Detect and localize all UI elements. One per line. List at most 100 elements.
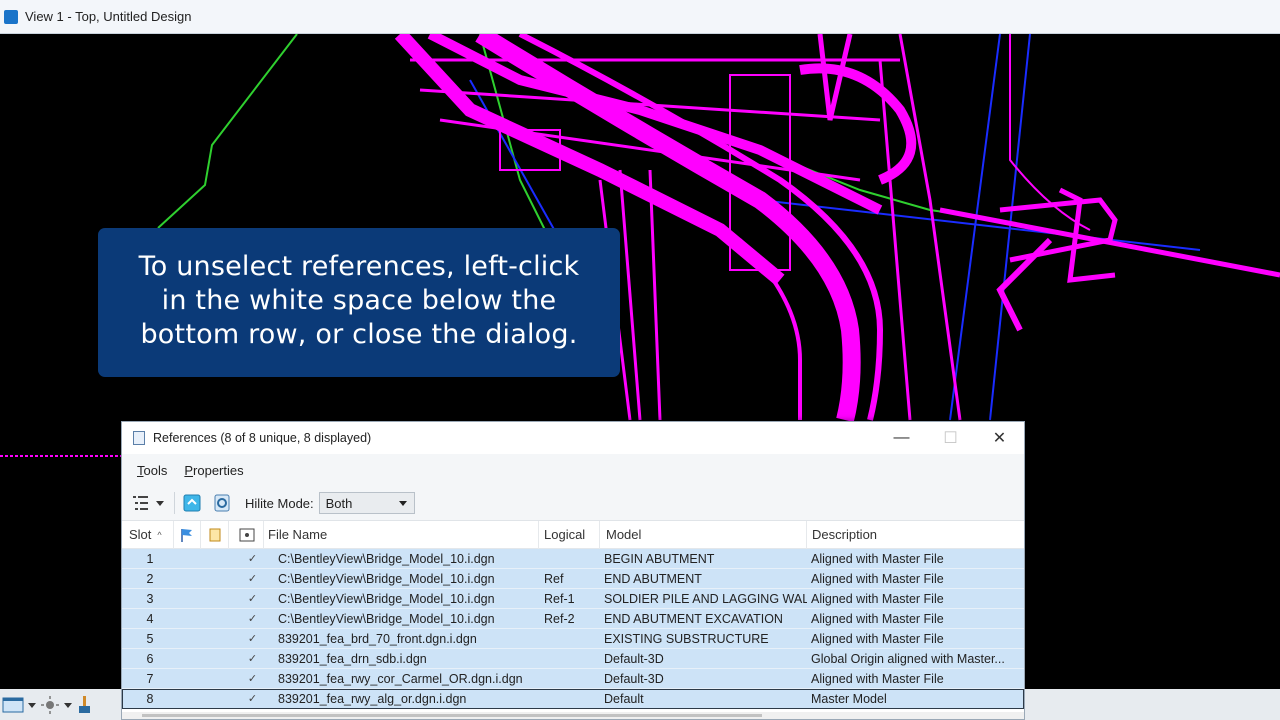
display-cell[interactable] xyxy=(174,669,201,689)
column-model[interactable]: Model xyxy=(600,520,807,549)
table-row[interactable]: 8 ✓ 839201_fea_rwy_alg_or.dgn.i.dgn Defa… xyxy=(122,689,1024,709)
file-name-cell: C:\BentleyView\Bridge_Model_10.i.dgn xyxy=(278,591,495,606)
column-logical-label: Logical xyxy=(544,527,586,542)
display-cell[interactable] xyxy=(174,629,201,649)
dialog-toolbar: Hilite Mode: Both xyxy=(122,486,1024,521)
reload-reference-icon[interactable] xyxy=(211,492,233,514)
view-toolbar xyxy=(0,689,121,720)
description-cell: Master Model xyxy=(811,691,887,706)
slot-cell: 4 xyxy=(146,611,154,626)
table-row[interactable]: 5 ✓ 839201_fea_brd_70_front.dgn.i.dgn EX… xyxy=(122,629,1024,649)
locate-cell[interactable] xyxy=(201,589,229,609)
locate-cell[interactable] xyxy=(201,609,229,629)
display-cell[interactable] xyxy=(174,569,201,589)
column-locate[interactable] xyxy=(201,520,229,549)
description-cell: Global Origin aligned with Master... xyxy=(811,651,1005,666)
table-header: Slot ^ File Name Logical Model Descripti… xyxy=(122,520,1024,549)
references-icon xyxy=(133,431,145,445)
window-titlebar: View 1 - Top, Untitled Design xyxy=(0,0,1280,34)
list-view-icon[interactable] xyxy=(130,492,152,514)
close-button[interactable]: ✕ xyxy=(975,422,1024,454)
description-cell: Aligned with Master File xyxy=(811,671,944,686)
brush-icon[interactable] xyxy=(76,694,94,716)
locate-cell[interactable] xyxy=(201,689,229,709)
column-file-name[interactable]: File Name xyxy=(264,520,539,549)
display-cell[interactable] xyxy=(174,549,201,569)
logical-cell: Ref-2 xyxy=(544,611,575,626)
table-row[interactable]: 7 ✓ 839201_fea_rwy_cor_Carmel_OR.dgn.i.d… xyxy=(122,669,1024,689)
attach-reference-icon[interactable] xyxy=(181,492,203,514)
lighting-icon[interactable] xyxy=(40,694,60,716)
chevron-down-icon[interactable] xyxy=(28,694,36,716)
toolbar-divider xyxy=(174,492,175,514)
locate-cell[interactable] xyxy=(201,549,229,569)
display-cell[interactable] xyxy=(174,689,201,709)
locate-cell[interactable] xyxy=(201,629,229,649)
logical-cell xyxy=(539,669,600,689)
column-description[interactable]: Description xyxy=(807,521,1014,549)
column-description-label: Description xyxy=(812,527,878,542)
slot-cell: 2 xyxy=(146,571,154,586)
description-cell: Aligned with Master File xyxy=(811,591,944,606)
minimize-button[interactable]: — xyxy=(877,422,926,454)
check-icon[interactable]: ✓ xyxy=(229,549,264,569)
logical-cell xyxy=(539,629,600,649)
display-cell[interactable] xyxy=(174,649,201,669)
locate-cell[interactable] xyxy=(201,649,229,669)
horizontal-scrollbar[interactable] xyxy=(122,712,1024,719)
table-body[interactable]: 1 ✓ C:\BentleyView\Bridge_Model_10.i.dgn… xyxy=(122,549,1024,709)
view-toolbar-right xyxy=(1025,689,1280,720)
check-icon[interactable]: ✓ xyxy=(229,649,264,669)
chevron-down-icon[interactable] xyxy=(154,492,166,514)
check-icon[interactable]: ✓ xyxy=(229,569,264,589)
locate-cell[interactable] xyxy=(201,569,229,589)
file-name-cell: 839201_fea_brd_70_front.dgn.i.dgn xyxy=(278,631,477,646)
check-icon[interactable]: ✓ xyxy=(229,689,264,709)
check-icon[interactable]: ✓ xyxy=(229,629,264,649)
table-row[interactable]: 1 ✓ C:\BentleyView\Bridge_Model_10.i.dgn… xyxy=(122,549,1024,569)
maximize-button[interactable]: ☐ xyxy=(926,422,975,454)
model-cell: Default-3D xyxy=(604,651,664,666)
check-icon[interactable]: ✓ xyxy=(229,669,264,689)
check-icon[interactable]: ✓ xyxy=(229,609,264,629)
file-name-cell: 839201_fea_rwy_alg_or.dgn.i.dgn xyxy=(278,691,467,706)
view-window-icon[interactable] xyxy=(2,694,24,716)
table-row[interactable]: 3 ✓ C:\BentleyView\Bridge_Model_10.i.dgn… xyxy=(122,589,1024,609)
column-display[interactable] xyxy=(174,520,201,549)
column-slot-label: Slot xyxy=(129,527,152,542)
model-cell: END ABUTMENT xyxy=(604,571,702,586)
model-cell: Default-3D xyxy=(604,671,664,686)
slot-cell: 8 xyxy=(146,691,154,706)
file-name-cell: C:\BentleyView\Bridge_Model_10.i.dgn xyxy=(278,611,495,626)
callout-line-2: in the white space below the xyxy=(161,285,557,316)
scrollbar-thumb[interactable] xyxy=(142,714,762,717)
locate-cell[interactable] xyxy=(201,669,229,689)
logical-cell xyxy=(539,649,600,669)
model-cell: Default xyxy=(604,691,644,706)
menu-tools[interactable]: Tools xyxy=(137,463,167,478)
hilite-mode-value: Both xyxy=(325,495,353,511)
hilite-mode-label: Hilite Mode: xyxy=(245,495,314,511)
model-cell: EXISTING SUBSTRUCTURE xyxy=(604,631,769,646)
dialog-menubar: Tools Properties xyxy=(122,454,1024,486)
references-dialog: References (8 of 8 unique, 8 displayed) … xyxy=(121,421,1025,720)
display-cell[interactable] xyxy=(174,589,201,609)
callout-line-3: bottom row, or close the dialog. xyxy=(140,319,578,350)
column-slot[interactable]: Slot ^ xyxy=(122,520,174,549)
table-row[interactable]: 2 ✓ C:\BentleyView\Bridge_Model_10.i.dgn… xyxy=(122,569,1024,589)
dialog-title: References (8 of 8 unique, 8 displayed) xyxy=(153,431,372,445)
display-cell[interactable] xyxy=(174,609,201,629)
slot-cell: 1 xyxy=(146,551,154,566)
check-icon[interactable]: ✓ xyxy=(229,589,264,609)
column-logical[interactable]: Logical xyxy=(539,520,600,549)
column-snap[interactable] xyxy=(229,520,264,549)
file-name-cell: 839201_fea_drn_sdb.i.dgn xyxy=(278,651,427,666)
chevron-down-icon[interactable] xyxy=(64,694,72,716)
table-row[interactable]: 6 ✓ 839201_fea_drn_sdb.i.dgn Default-3D … xyxy=(122,649,1024,669)
hilite-mode-select[interactable]: Both xyxy=(318,492,415,514)
table-row[interactable]: 4 ✓ C:\BentleyView\Bridge_Model_10.i.dgn… xyxy=(122,609,1024,629)
dialog-titlebar[interactable]: References (8 of 8 unique, 8 displayed) … xyxy=(122,422,1024,454)
menu-properties[interactable]: Properties xyxy=(184,463,243,478)
callout-line-1: To unselect references, left-click xyxy=(138,251,580,282)
logical-cell xyxy=(539,689,600,709)
